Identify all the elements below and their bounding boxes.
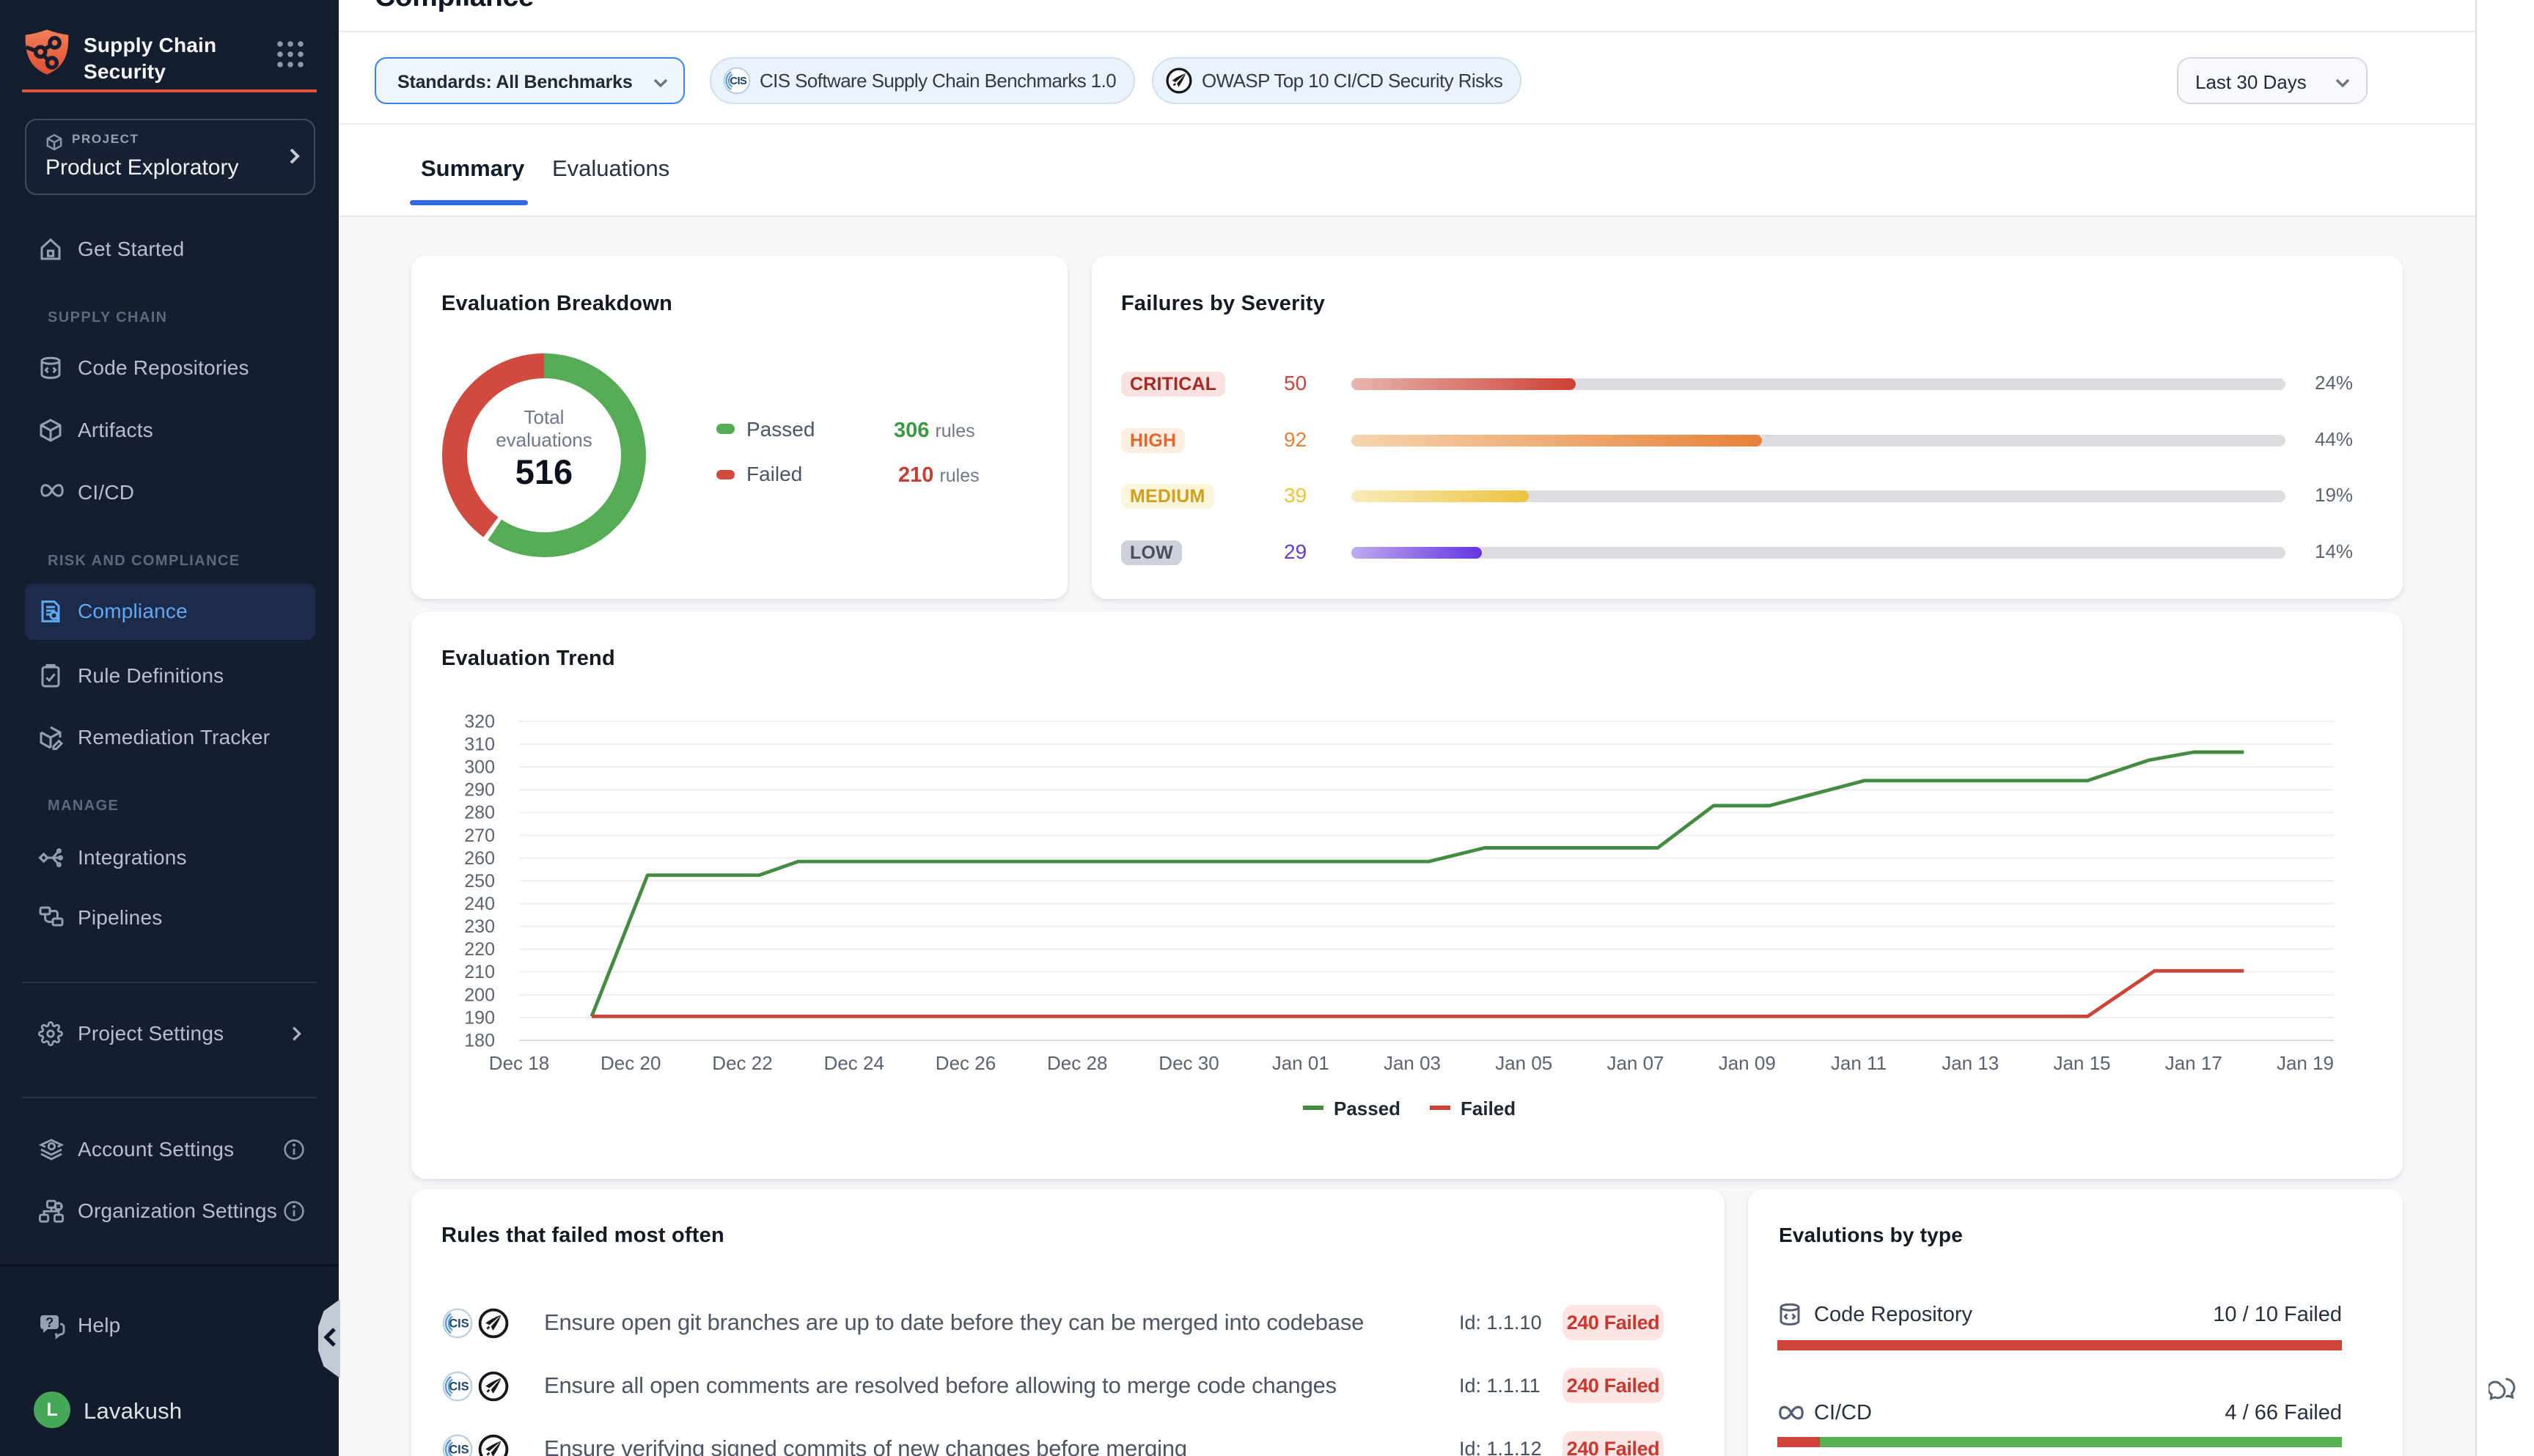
svg-text:CIS: CIS	[449, 1380, 469, 1393]
svg-text:CIS: CIS	[449, 1444, 469, 1456]
svg-text:230: 230	[464, 916, 495, 937]
svg-text:Dec 26: Dec 26	[936, 1052, 996, 1074]
svg-text:240: 240	[464, 894, 495, 914]
svg-text:Passed: Passed	[1334, 1097, 1400, 1119]
svg-text:320: 320	[464, 711, 495, 732]
svg-text:Jan 13: Jan 13	[1942, 1052, 1999, 1074]
svg-text:210: 210	[464, 962, 495, 982]
svg-text:270: 270	[464, 826, 495, 846]
svg-text:250: 250	[464, 871, 495, 891]
svg-text:Jan 11: Jan 11	[1831, 1052, 1887, 1074]
svg-text:Jan 17: Jan 17	[2165, 1052, 2222, 1074]
svg-text:CIS: CIS	[730, 76, 747, 87]
svg-text:280: 280	[464, 803, 495, 823]
svg-text:Jan 01: Jan 01	[1272, 1052, 1329, 1074]
svg-text:Jan 15: Jan 15	[2053, 1052, 2110, 1074]
svg-text:?: ?	[45, 1315, 54, 1330]
svg-text:Failed: Failed	[1461, 1097, 1516, 1119]
svg-text:200: 200	[464, 985, 495, 1005]
svg-text:Dec 30: Dec 30	[1158, 1052, 1219, 1074]
svg-text:Dec 28: Dec 28	[1047, 1052, 1107, 1074]
svg-text:Dec 24: Dec 24	[824, 1052, 884, 1074]
svg-text:Jan 05: Jan 05	[1495, 1052, 1552, 1074]
svg-text:Jan 03: Jan 03	[1384, 1052, 1441, 1074]
svg-text:260: 260	[464, 848, 495, 869]
svg-text:Dec 22: Dec 22	[712, 1052, 772, 1074]
svg-text:Jan 07: Jan 07	[1606, 1052, 1664, 1074]
svg-text:Jan 19: Jan 19	[2277, 1052, 2334, 1074]
svg-text:300: 300	[464, 757, 495, 778]
svg-text:220: 220	[464, 939, 495, 960]
svg-text:Dec 20: Dec 20	[601, 1052, 661, 1074]
svg-text:CIS: CIS	[449, 1317, 469, 1331]
svg-text:190: 190	[464, 1007, 495, 1028]
svg-text:290: 290	[464, 780, 495, 801]
svg-text:Jan 09: Jan 09	[1719, 1052, 1776, 1074]
svg-text:180: 180	[464, 1030, 495, 1051]
svg-text:Dec 18: Dec 18	[489, 1052, 549, 1074]
svg-text:310: 310	[464, 734, 495, 754]
